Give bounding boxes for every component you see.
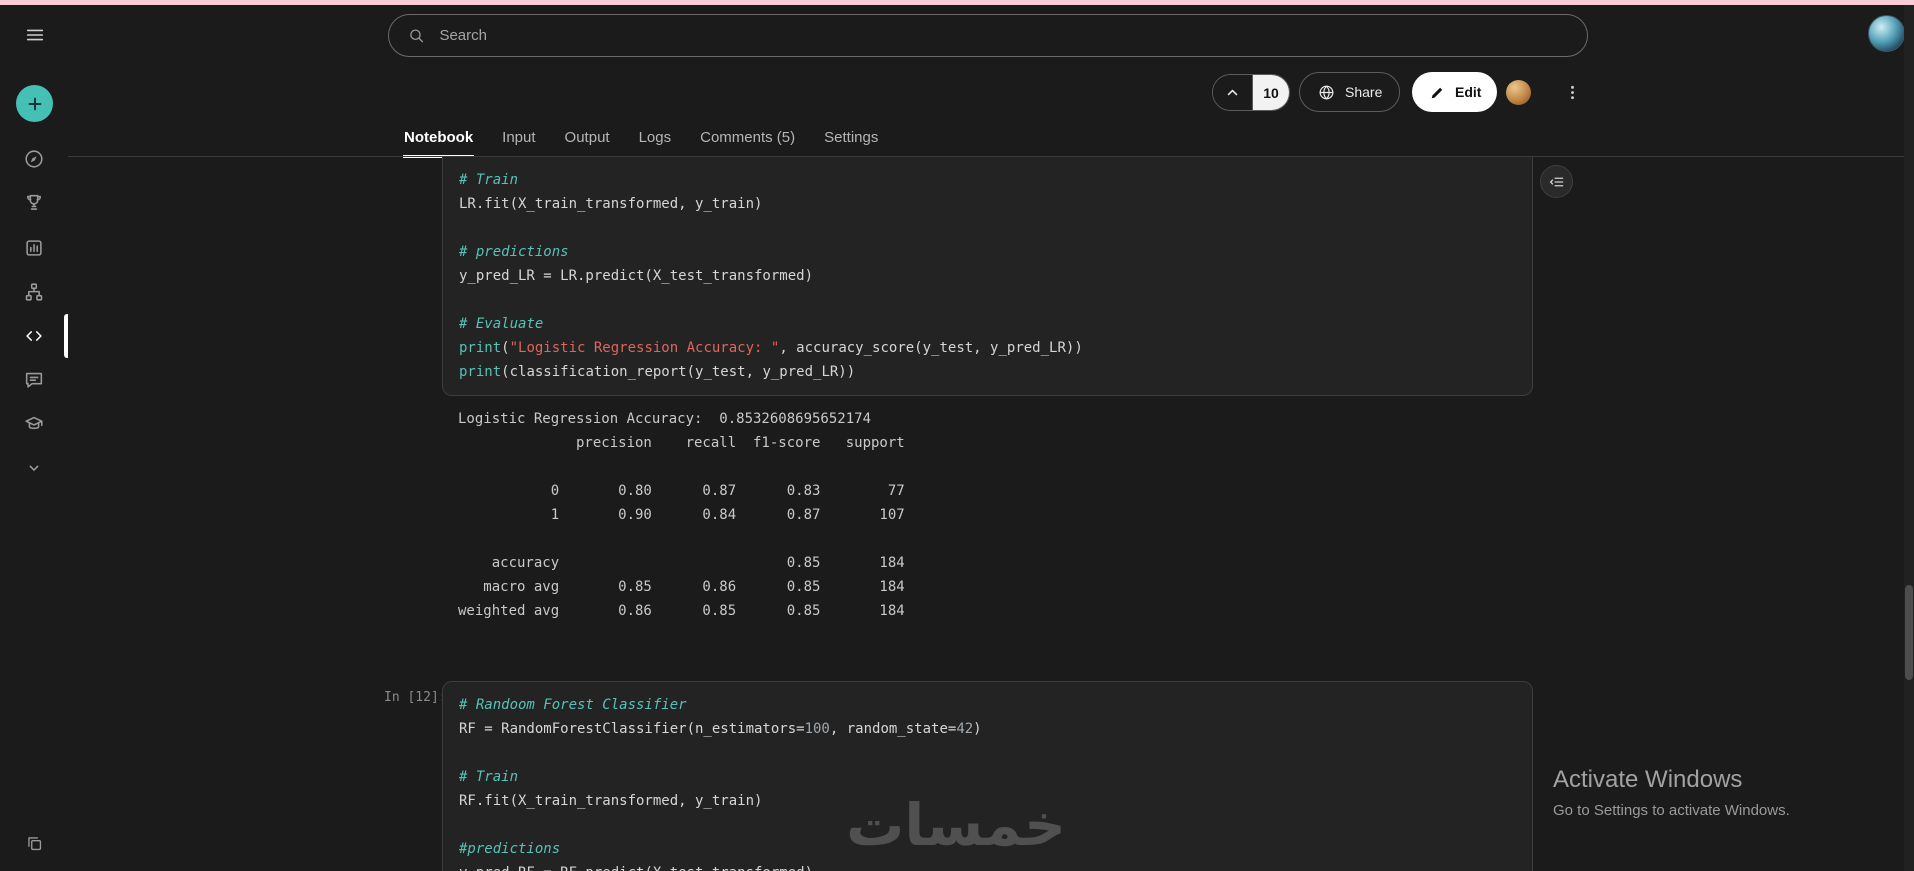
code-cell-logistic-regression[interactable]: # Train LR.fit(X_train_transformed, y_tra… [442, 157, 1533, 396]
discussion-icon [25, 372, 43, 388]
upvote-button[interactable]: 10 [1212, 74, 1290, 111]
trophy-icon [26, 194, 42, 210]
sidebar-item-more[interactable] [0, 446, 68, 490]
sidebar-item-learn[interactable] [0, 402, 68, 446]
tab-output[interactable]: Output [564, 129, 611, 158]
share-label: Share [1345, 84, 1383, 100]
compass-icon [25, 150, 43, 168]
toc-toggle-button[interactable] [1540, 165, 1573, 198]
code-icon [26, 331, 42, 341]
sidebar-item-models[interactable] [0, 270, 68, 314]
sidebar-item-home[interactable] [0, 137, 68, 181]
pencil-icon [1431, 87, 1443, 98]
khamsat-watermark: خمسات [846, 791, 1066, 859]
menu-button[interactable] [17, 19, 53, 51]
edit-button[interactable]: Edit [1412, 72, 1498, 112]
sidebar-item-discussions[interactable] [0, 358, 68, 402]
globe-share-icon [1319, 85, 1334, 99]
scrollbar-track[interactable] [1904, 5, 1914, 871]
tab-notebook[interactable]: Notebook [403, 129, 475, 158]
search-icon [410, 29, 424, 43]
caret-up-icon [1213, 75, 1253, 110]
models-icon [25, 283, 43, 301]
activate-windows-subtitle: Go to Settings to activate Windows. [1553, 802, 1790, 819]
sidebar-item-code[interactable] [0, 314, 68, 358]
chevron-down-icon [29, 465, 39, 471]
search-input[interactable] [437, 26, 1569, 45]
top-accent-strip [0, 0, 1914, 5]
activate-windows-title: Activate Windows [1553, 766, 1743, 793]
search-bar[interactable] [388, 14, 1588, 57]
datasets-icon [26, 240, 42, 256]
tab-input[interactable]: Input [501, 129, 536, 158]
scrollbar-thumb[interactable] [1905, 585, 1913, 680]
user-avatar[interactable] [1868, 15, 1905, 52]
graduation-cap-icon [25, 416, 43, 430]
menu-icon [26, 29, 44, 41]
tab-logs[interactable]: Logs [638, 129, 673, 158]
sidebar-item-competitions[interactable] [0, 181, 68, 225]
sidebar-item-datasets[interactable] [0, 226, 68, 270]
copy-icon [27, 836, 41, 850]
activate-windows-notice: Activate Windows Go to Settings to activ… [1553, 766, 1790, 819]
kaggle-notebook-page: 10 Share Edit Notebook Input Output Logs… [0, 0, 1914, 871]
copy-button[interactable] [0, 821, 68, 865]
more-options-button[interactable] [1552, 72, 1592, 112]
create-button[interactable] [16, 85, 53, 122]
cell-prompt: In [12]: [384, 690, 447, 705]
notebook-tabs: Notebook Input Output Logs Comments (5) … [403, 129, 879, 158]
toc-icon [1549, 177, 1563, 186]
edit-label: Edit [1455, 84, 1482, 100]
plus-icon [28, 97, 41, 110]
kebab-menu-icon [1570, 85, 1574, 99]
code-content: # Train LR.fit(X_train_transformed, y_tra… [459, 172, 1083, 380]
share-button[interactable]: Share [1299, 72, 1401, 112]
cell-output-classification-report: Logistic Regression Accuracy: 0.85326086… [458, 411, 905, 619]
author-avatar[interactable] [1506, 80, 1531, 105]
tab-settings[interactable]: Settings [823, 129, 879, 158]
upvote-count[interactable]: 10 [1253, 75, 1289, 110]
tab-comments[interactable]: Comments (5) [699, 129, 796, 158]
